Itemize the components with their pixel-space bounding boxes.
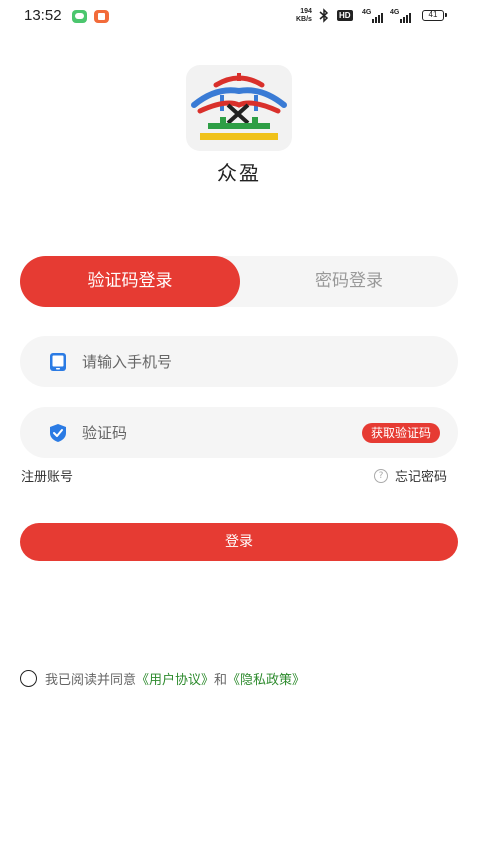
- phone-input[interactable]: [82, 336, 342, 387]
- forgot-password-link[interactable]: ? 忘记密码: [374, 466, 447, 485]
- verification-code-input[interactable]: [82, 407, 342, 458]
- wechat-icon: [72, 10, 87, 23]
- network-speed: 194 KB/s: [296, 8, 312, 23]
- shield-icon: [48, 423, 68, 447]
- app-notification-icon: [94, 10, 109, 23]
- signal-sim2-icon: 4G: [390, 9, 412, 23]
- user-agreement-link[interactable]: 《用户协议》: [136, 669, 214, 688]
- phone-icon: [48, 352, 68, 376]
- hd-voice-icon: HD: [337, 10, 353, 21]
- register-link[interactable]: 注册账号: [21, 466, 73, 485]
- privacy-policy-link[interactable]: 《隐私政策》: [227, 669, 305, 688]
- get-code-button[interactable]: 获取验证码: [361, 423, 440, 443]
- battery-icon: 41: [422, 10, 447, 21]
- agree-radio[interactable]: [20, 669, 37, 687]
- agreement-conjunction: 和: [214, 672, 228, 688]
- login-method-tabs: 验证码登录 密码登录: [20, 256, 458, 307]
- login-button[interactable]: 登录: [20, 523, 458, 561]
- logo-glyph-icon: [191, 73, 287, 140]
- question-icon: ?: [374, 468, 388, 483]
- verification-code-field: 获取验证码: [20, 407, 458, 458]
- tab-password-login[interactable]: 密码登录: [240, 256, 458, 307]
- tab-sms-code-login[interactable]: 验证码登录: [20, 256, 240, 307]
- phone-field: [20, 336, 458, 387]
- app-logo: [186, 65, 292, 151]
- app-name: 众盈: [217, 161, 261, 185]
- bluetooth-icon: [319, 8, 329, 27]
- status-bar: 13:52 194 KB/s HD 4G 4G 41: [0, 0, 478, 34]
- status-time: 13:52: [24, 7, 62, 24]
- forgot-password-label: 忘记密码: [395, 470, 448, 485]
- agreement-prefix: 我已阅读并同意: [45, 672, 137, 688]
- agreement-row: 我已阅读并同意 《用户协议》 和 《隐私政策》: [20, 669, 305, 688]
- signal-sim1-icon: 4G: [362, 9, 384, 23]
